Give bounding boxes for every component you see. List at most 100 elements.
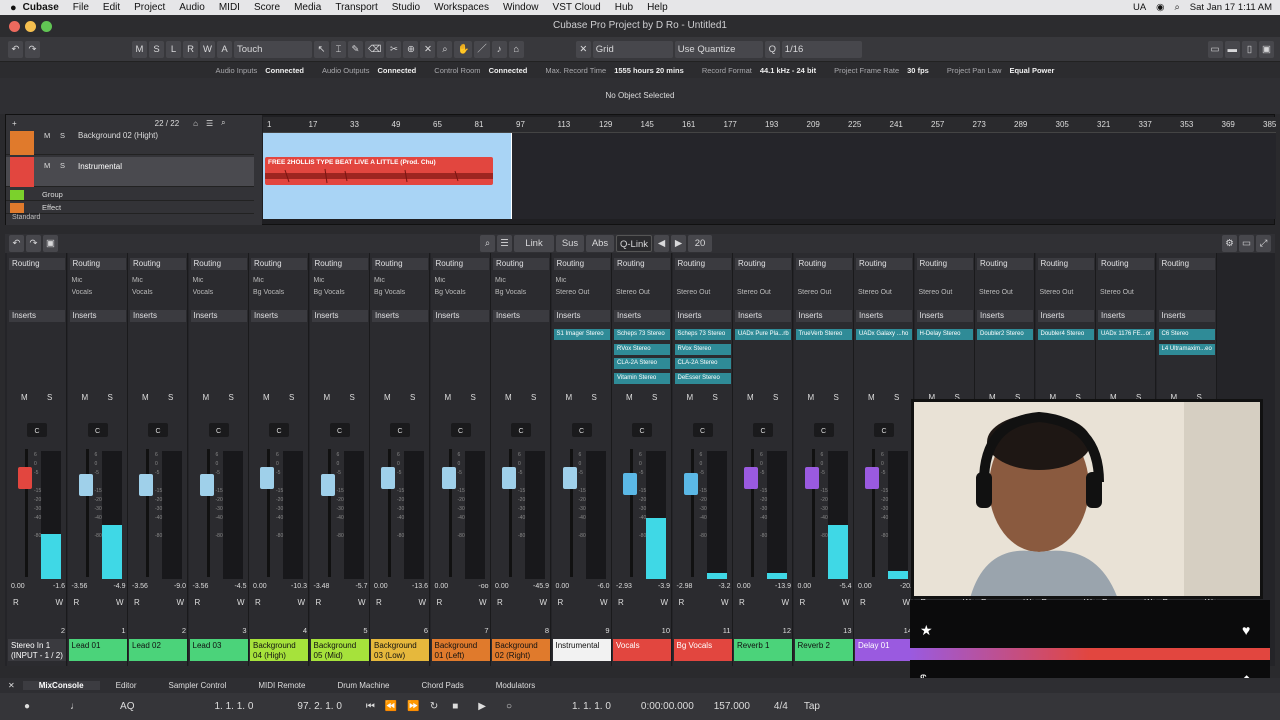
lock-icon[interactable]: ⌂ (193, 119, 198, 128)
pan-knob[interactable]: C (390, 423, 410, 437)
fader-cap[interactable] (502, 467, 516, 489)
solo-button[interactable]: S (47, 393, 52, 402)
write-button[interactable]: W (842, 598, 850, 607)
output-routing[interactable]: Vocals (193, 289, 247, 296)
routing-header[interactable]: Routing (372, 258, 428, 270)
write-button[interactable]: W (176, 598, 184, 607)
menu-item[interactable]: File (73, 2, 89, 13)
channel-name[interactable]: Instrumental (552, 639, 611, 661)
output-routing[interactable]: Stereo Out (556, 289, 610, 296)
mute-button[interactable]: M (263, 393, 270, 402)
inserts-header[interactable]: Inserts (311, 310, 368, 322)
mute-button[interactable]: M (384, 393, 391, 402)
channel-name[interactable]: Background 02 (Right) (492, 639, 550, 661)
channel-name[interactable]: Reverb 2 (794, 639, 853, 661)
read-button[interactable]: R (860, 598, 866, 607)
volume-value[interactable]: -2.93 (616, 583, 632, 590)
state-button[interactable]: R (183, 40, 198, 58)
menu-item[interactable]: Edit (103, 2, 120, 13)
right-zone-icon[interactable]: ▯ (1242, 40, 1257, 58)
search-mixer-icon[interactable]: ⌕ (480, 235, 495, 252)
solo-button[interactable]: S (713, 393, 718, 402)
channel-name[interactable]: Stereo In 1 (INPUT - 1 / 2) (8, 639, 66, 661)
inserts-header[interactable]: Inserts (190, 310, 247, 322)
write-button[interactable]: W (539, 598, 547, 607)
state-button[interactable]: A (217, 40, 232, 58)
speaker-tool-icon[interactable]: ♪ (491, 40, 507, 58)
snap-mode-select[interactable]: Grid (592, 40, 673, 58)
fader-cap[interactable] (744, 467, 758, 489)
inserts-header[interactable]: Inserts (493, 310, 549, 322)
input-routing[interactable]: Mic (495, 277, 549, 284)
read-button[interactable]: R (497, 598, 503, 607)
routing-header[interactable]: Routing (130, 258, 186, 270)
input-routing[interactable]: Mic (435, 277, 489, 284)
read-button[interactable]: R (134, 598, 140, 607)
insert-slot[interactable]: Scheps 73 Stereo (674, 329, 731, 340)
read-button[interactable]: R (437, 598, 443, 607)
mute-button[interactable]: M (868, 393, 875, 402)
routing-header[interactable]: Routing (432, 258, 489, 270)
undo-icon[interactable]: ↶ (8, 40, 23, 58)
inserts-header[interactable]: Inserts (9, 310, 65, 322)
read-button[interactable]: R (13, 598, 19, 607)
mute-button[interactable]: M (82, 393, 89, 402)
inserts-header[interactable]: Inserts (614, 310, 670, 322)
fader-cap[interactable] (804, 467, 819, 489)
routing-header[interactable]: Routing (1158, 258, 1215, 270)
arrow-tool-icon[interactable]: ↖ (314, 40, 329, 58)
menu-item[interactable]: Audio (179, 2, 205, 13)
pan-knob[interactable]: C (329, 423, 350, 437)
solo-button[interactable]: S (894, 393, 899, 402)
insert-slot[interactable]: Vitamin Stereo (614, 372, 670, 384)
split-tool-icon[interactable]: ✂ (386, 40, 402, 58)
insert-slot[interactable]: RVox Stereo (614, 343, 670, 355)
routing-header[interactable]: Routing (856, 258, 912, 270)
inserts-header[interactable]: Inserts (674, 310, 731, 322)
state-button[interactable]: M (132, 40, 147, 58)
output-routing[interactable]: Bg Vocals (253, 289, 307, 296)
apple-icon[interactable]: ● (10, 2, 17, 14)
routing-header[interactable]: Routing (553, 258, 610, 270)
record-icon[interactable]: ○ (506, 701, 512, 712)
range-tool-icon[interactable]: ⌶ (331, 40, 346, 58)
state-button[interactable]: W (200, 40, 215, 58)
menu-item[interactable]: VST Cloud (553, 2, 601, 13)
settings-icon[interactable]: ⚙ (1222, 235, 1237, 252)
insert-slot[interactable]: DeEsser Stereo (674, 372, 731, 384)
input-routing[interactable]: Mic (314, 277, 368, 284)
pan-knob[interactable]: C (813, 423, 834, 437)
insert-slot[interactable]: CLA-2A Stereo (674, 358, 731, 369)
mute-tool-icon[interactable]: ✕ (420, 40, 436, 58)
mute-button[interactable]: M (687, 393, 694, 402)
pan-knob[interactable]: C (511, 423, 531, 437)
pan-knob[interactable]: C (874, 423, 894, 437)
mute-button[interactable]: M (747, 393, 754, 402)
solo-button[interactable]: S (60, 161, 65, 170)
fader-cap[interactable] (683, 472, 698, 495)
layout-icon[interactable]: ▭ (1207, 40, 1223, 58)
snap-icon[interactable]: ✕ (575, 40, 591, 58)
menu-item[interactable]: MIDI (219, 2, 240, 13)
stop-icon[interactable]: ■ (452, 701, 458, 712)
output-routing[interactable]: Bg Vocals (314, 289, 368, 296)
wifi-icon[interactable]: ◉ (1156, 2, 1164, 13)
insert-slot[interactable]: L4 Ultramaxim...eo (1158, 343, 1215, 355)
volume-value[interactable]: 0.00 (556, 583, 570, 590)
hand-tool-icon[interactable]: ✋ (454, 40, 473, 58)
tap-button[interactable]: Tap (804, 701, 820, 712)
menu-item[interactable]: Help (647, 2, 668, 13)
window-layout-icon[interactable]: ▣ (1259, 40, 1274, 58)
insert-slot[interactable]: RVox Stereo (674, 343, 731, 355)
channel-name[interactable]: Background 04 (High) (250, 639, 308, 661)
routing-header[interactable]: Routing (311, 258, 368, 270)
solo-button[interactable]: S (410, 393, 415, 402)
volume-value[interactable]: -3.56 (72, 583, 88, 590)
read-button[interactable]: R (255, 598, 261, 607)
link-button[interactable]: Link (514, 235, 554, 252)
output-routing[interactable]: Stereo Out (919, 289, 973, 296)
channel-name[interactable]: Lead 03 (189, 639, 248, 661)
volume-value[interactable]: 0.00 (11, 583, 25, 590)
output-routing[interactable]: Stereo Out (979, 289, 1033, 296)
channel-name[interactable]: Lead 02 (129, 639, 187, 661)
